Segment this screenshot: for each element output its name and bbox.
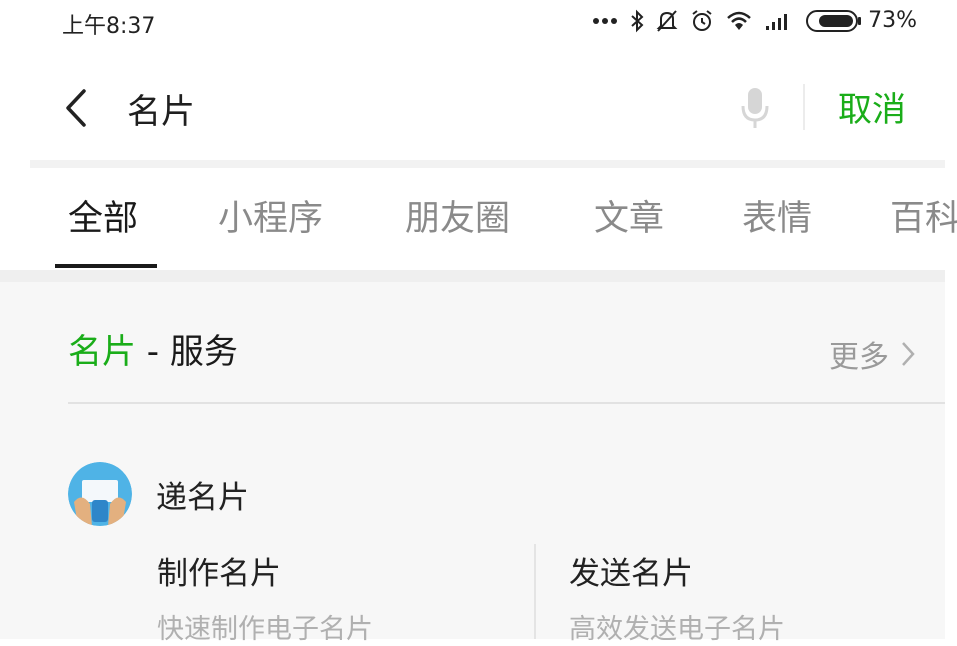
chevron-right-icon: [902, 342, 915, 366]
header-shadow: [30, 160, 945, 168]
signal-icon: [766, 13, 788, 30]
alarm-icon: [692, 9, 712, 31]
active-tab-indicator: [55, 264, 157, 268]
search-divider: [803, 84, 805, 130]
wifi-icon: [727, 11, 751, 30]
search-bar: 名片 取消: [0, 60, 957, 160]
microphone-icon[interactable]: [739, 86, 771, 130]
send-card-desc: 高效发送电子名片: [569, 614, 785, 645]
tab-moments[interactable]: 朋友圈: [405, 190, 510, 241]
section-divider: [68, 402, 945, 404]
more-link[interactable]: 更多: [829, 332, 915, 376]
service-avatar-icon: [68, 462, 132, 526]
status-icons: 73%: [592, 8, 917, 33]
status-time: 上午8:37: [62, 14, 156, 39]
section-title: 名片 - 服务: [68, 324, 238, 373]
send-card-title: 发送名片: [569, 556, 693, 592]
battery: 73%: [806, 8, 917, 33]
make-card-item[interactable]: 制作名片 快速制作电子名片: [157, 548, 373, 646]
sub-item-divider: [534, 544, 536, 639]
tabs-shadow: [0, 270, 945, 282]
more-label: 更多: [829, 340, 889, 375]
tab-articles[interactable]: 文章: [594, 190, 664, 241]
section-title-suffix: - 服务: [136, 332, 238, 372]
category-tabs: 全部 小程序 朋友圈 文章 表情 百科: [0, 168, 957, 270]
tab-stickers[interactable]: 表情: [742, 190, 812, 241]
service-name: 递名片: [156, 479, 249, 516]
tab-all[interactable]: 全部: [68, 190, 138, 241]
status-bar: 上午8:37 73%: [0, 0, 957, 50]
make-card-desc: 快速制作电子名片: [157, 614, 373, 645]
tab-mini-programs[interactable]: 小程序: [218, 190, 323, 241]
battery-percent: 73%: [868, 8, 917, 33]
bluetooth-icon: [631, 9, 644, 32]
ellipsis-icon: [593, 17, 618, 24]
tab-encyclopedia[interactable]: 百科: [890, 190, 957, 241]
send-card-item[interactable]: 发送名片 高效发送电子名片: [569, 548, 785, 646]
cancel-button[interactable]: 取消: [838, 82, 906, 131]
service-entry[interactable]: 递名片: [68, 462, 249, 526]
battery-icon: [806, 9, 862, 32]
service-section: 名片 - 服务 更多 递名片 制作名片 快速制作电子名片 发送名片 高效发送电子…: [0, 282, 945, 645]
make-card-title: 制作名片: [157, 556, 281, 592]
search-input[interactable]: 名片: [127, 84, 195, 133]
section-keyword: 名片: [68, 332, 136, 372]
back-arrow-icon[interactable]: [62, 88, 90, 128]
mute-icon: [656, 9, 678, 32]
